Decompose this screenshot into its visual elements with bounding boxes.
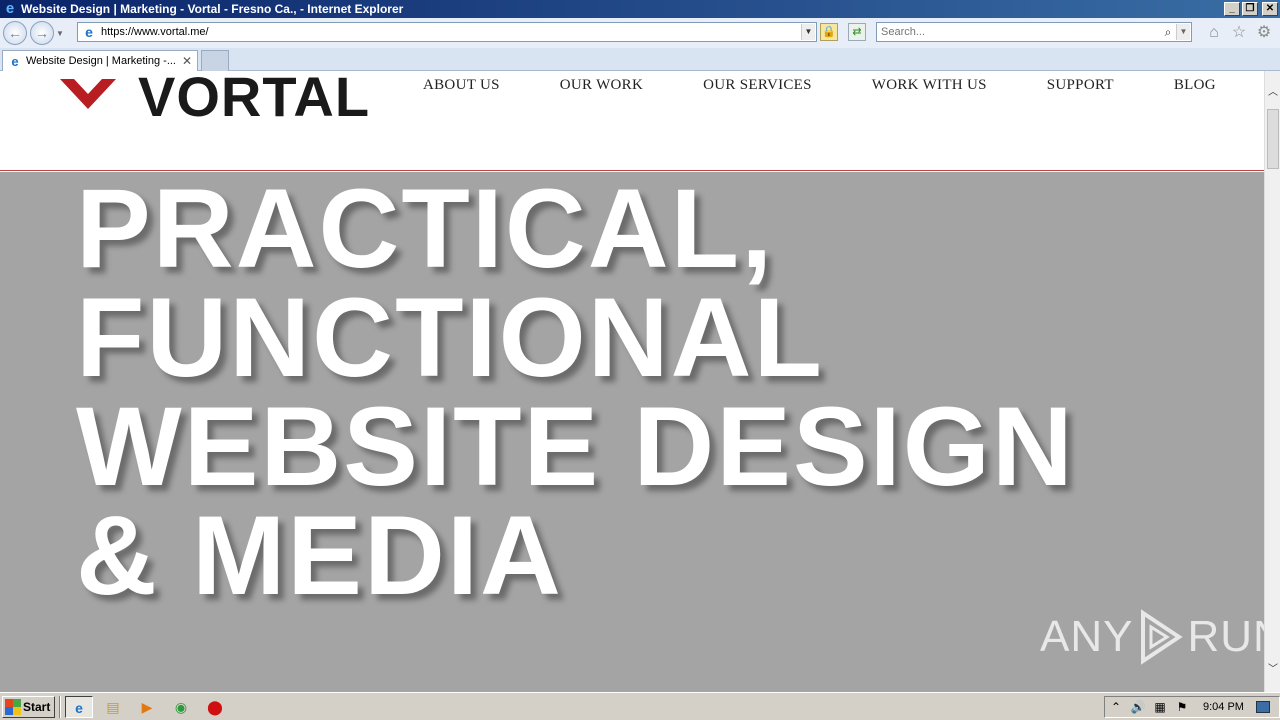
scroll-down-icon[interactable]: ﹀ [1265,662,1280,678]
search-dropdown-button[interactable]: ▼ [1176,24,1190,40]
taskbar-separator [59,695,61,718]
restore-button[interactable]: ❐ [1242,2,1258,16]
start-button[interactable]: Start [2,695,55,718]
menu-item-our-work[interactable]: OUR WORK [560,77,643,94]
folder-icon[interactable]: ▤ [99,696,127,718]
system-tray: ⌃ 🔊 ▦ ⚑ 9:04 PM [1104,696,1280,718]
vertical-scrollbar[interactable]: ︿ ﹀ [1264,71,1280,692]
site-logo[interactable]: VORTAL [60,71,371,128]
anyrun-watermark: ANY RUN [1040,609,1264,665]
start-label: Start [23,699,51,714]
search-input[interactable] [877,26,1160,38]
recent-pages-dropdown[interactable]: ▼ [56,29,66,38]
network-icon[interactable]: ▦ [1149,700,1171,714]
site-header: VORTAL ABOUT US OUR WORK OUR SERVICES WO… [0,71,1264,171]
minimize-button[interactable]: _ [1224,2,1240,16]
back-button[interactable]: ← [3,21,27,45]
menu-item-support[interactable]: SUPPORT [1047,77,1114,94]
new-tab-button[interactable] [201,50,229,71]
show-desktop-icon[interactable] [1255,701,1270,713]
volume-icon[interactable]: 🔊 [1127,700,1149,714]
media-player-icon[interactable]: ▶ [133,696,161,718]
favorites-star-icon[interactable]: ☆ [1230,24,1248,42]
hero-line: & MEDIA [76,493,563,618]
hero-line: PRACTICAL, [76,166,775,291]
watermark-left-text: ANY [1040,612,1134,661]
back-arrow-icon: ← [8,25,22,41]
tab-active[interactable]: e Website Design | Marketing -... ✕ [2,50,198,71]
address-dropdown-button[interactable]: ▼ [801,24,815,40]
main-menu: ABOUT US OUR WORK OUR SERVICES WORK WITH… [423,77,1216,94]
taskbar: Start e ▤ ▶ ◉ ⬤ ⌃ 🔊 ▦ ⚑ 9:04 PM [0,692,1280,720]
hero-line: WEBSITE DESIGN [76,384,1075,509]
tab-close-icon[interactable]: ✕ [180,54,194,68]
tab-favicon-icon: e [11,53,19,69]
menu-item-about-us[interactable]: ABOUT US [423,77,500,94]
menu-item-our-services[interactable]: OUR SERVICES [703,77,812,94]
menu-item-blog[interactable]: BLOG [1174,77,1216,94]
window-title: Website Design | Marketing - Vortal - Fr… [21,2,404,16]
forward-arrow-icon: → [35,25,49,41]
home-icon[interactable]: ⌂ [1205,24,1223,42]
internet-explorer-icon: e [5,0,15,17]
tab-bar: e Website Design | Marketing -... ✕ [0,48,1280,71]
show-hidden-icons-icon[interactable]: ⌃ [1105,700,1127,714]
clock[interactable]: 9:04 PM [1203,701,1244,713]
lock-icon[interactable]: 🔒 [820,23,838,41]
search-box[interactable]: ⌕ ▼ [876,22,1192,42]
chrome-icon[interactable]: ◉ [167,696,195,718]
menu-item-work-with-us[interactable]: WORK WITH US [872,77,987,94]
windows-flag-icon [5,698,21,715]
scrollbar-thumb[interactable] [1267,109,1279,169]
action-center-flag-icon[interactable]: ⚑ [1171,700,1193,714]
search-icon[interactable]: ⌕ [1160,25,1176,40]
scroll-up-icon[interactable]: ︿ [1265,85,1280,101]
tab-title: Website Design | Marketing -... [26,55,176,67]
address-url[interactable]: https://www.vortal.me/ [101,26,801,38]
gear-icon[interactable]: ⚙ [1255,24,1273,42]
window-titlebar: e Website Design | Marketing - Vortal - … [0,0,1280,18]
play-icon [1141,609,1184,665]
close-window-button[interactable]: ✕ [1262,2,1278,16]
watermark-right-text: RUN [1187,612,1264,661]
page-favicon-icon: e [85,24,93,40]
hero-title: PRACTICAL, FUNCTIONAL WEBSITE DESIGN & M… [76,166,1176,618]
navigation-bar: ← → ▼ e https://www.vortal.me/ ▼ 🔒 ⇄ ⌕ ▼… [0,18,1280,48]
address-bar[interactable]: e https://www.vortal.me/ ▼ [77,22,817,42]
forward-button[interactable]: → [30,21,54,45]
hero-line: FUNCTIONAL [76,275,824,400]
internet-explorer-icon[interactable]: e [65,695,93,718]
page-viewport: VORTAL ABOUT US OUR WORK OUR SERVICES WO… [0,71,1264,692]
opera-icon[interactable]: ⬤ [201,696,229,718]
vortal-logo-mark-icon [60,79,116,109]
logo-text: VORTAL [138,71,371,128]
refresh-button[interactable]: ⇄ [848,23,866,41]
